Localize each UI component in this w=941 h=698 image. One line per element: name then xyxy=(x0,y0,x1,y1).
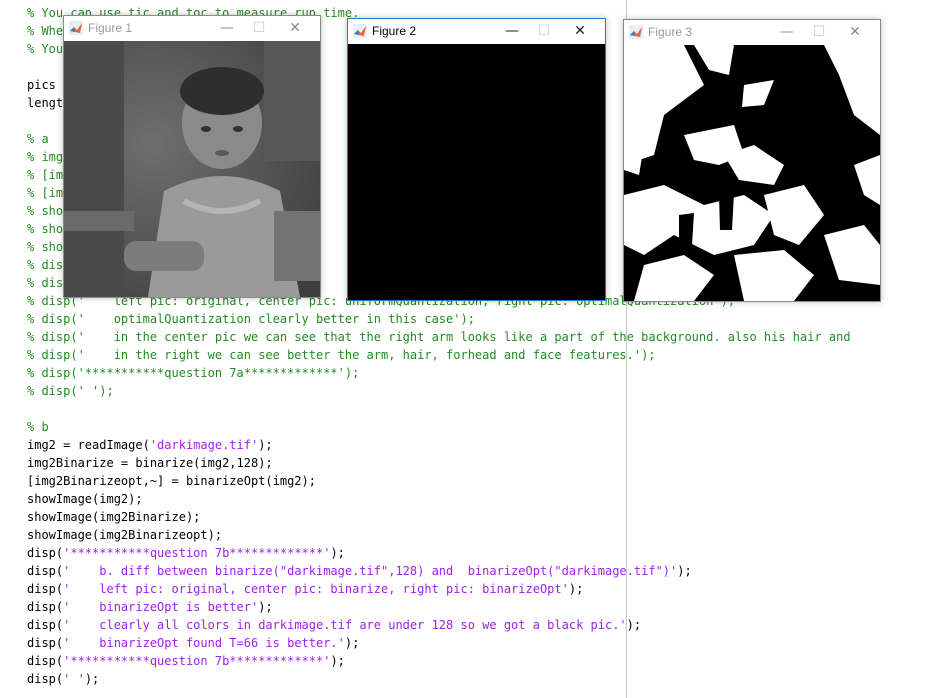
maximize-icon[interactable]: ☐ xyxy=(244,16,274,41)
string-literal: ' binarizeOpt found T=66 is better.' xyxy=(63,636,345,650)
matlab-icon xyxy=(353,24,367,38)
maximize-icon[interactable]: ☐ xyxy=(804,20,834,45)
grayscale-photo-child xyxy=(64,41,320,297)
figure-3-image xyxy=(624,45,880,301)
figure-3-titlebar[interactable]: Figure 3 — ☐ ✕ xyxy=(624,20,880,45)
string-literal: ' clearly all colors in darkimage.tif ar… xyxy=(63,618,627,632)
code-line[interactable]: disp(' left pic: original, center pic: b… xyxy=(27,580,583,598)
minimize-icon[interactable]: — xyxy=(772,20,802,45)
code-line[interactable]: % sho xyxy=(27,202,63,220)
string-literal: 'darkimage.tif' xyxy=(149,438,259,452)
code-line[interactable]: % disp(' in the right we can see better … xyxy=(27,346,656,364)
code-line[interactable]: disp(' b. diff between binarize("darkima… xyxy=(27,562,692,580)
string-literal: ' binarizeOpt is better' xyxy=(63,600,259,614)
code-line[interactable]: disp(' binarizeOpt is better'); xyxy=(27,598,273,616)
string-literal: ' left pic: original, center pic: binari… xyxy=(63,582,569,596)
figure-2-titlebar[interactable]: Figure 2 — ☐ ✕ xyxy=(348,19,605,44)
code-line[interactable]: % sho xyxy=(27,238,63,256)
matlab-icon xyxy=(69,21,83,35)
code-line[interactable]: disp(' clearly all colors in darkimage.t… xyxy=(27,616,641,634)
code-line[interactable]: disp(' binarizeOpt found T=66 is better.… xyxy=(27,634,359,652)
figure-title: Figure 3 xyxy=(648,25,693,39)
code-line[interactable]: [img2Binarizeopt,~] = binarizeOpt(img2); xyxy=(27,472,316,490)
code-line[interactable]: disp('***********question 7b************… xyxy=(27,652,345,670)
minimize-icon[interactable]: — xyxy=(212,16,242,41)
code-line[interactable]: % sho xyxy=(27,220,63,238)
minimize-icon[interactable]: — xyxy=(497,19,527,44)
string-literal: '***********question 7b*************' xyxy=(63,654,331,668)
figure-title: Figure 2 xyxy=(372,24,417,38)
code-line[interactable]: img2 = readImage('darkimage.tif'); xyxy=(27,436,273,454)
maximize-icon[interactable]: ☐ xyxy=(529,19,559,44)
code-line[interactable]: % a xyxy=(27,130,49,148)
figure-window-2[interactable]: Figure 2 — ☐ ✕ xyxy=(347,18,606,301)
code-line[interactable]: showImage(img2Binarizeopt); xyxy=(27,526,222,544)
code-line[interactable]: showImage(img2); xyxy=(27,490,143,508)
figure-window-1[interactable]: Figure 1 — ☐ ✕ xyxy=(63,15,321,298)
string-literal: '***********question 7b*************' xyxy=(63,546,331,560)
string-literal: ' ' xyxy=(63,672,85,686)
code-line[interactable]: % disp('***********question 7a**********… xyxy=(27,364,359,382)
code-line[interactable]: % disp(' in the center pic we can see th… xyxy=(27,328,851,346)
figure-title: Figure 1 xyxy=(88,21,133,35)
code-line[interactable]: disp('***********question 7b************… xyxy=(27,544,345,562)
close-icon[interactable]: ✕ xyxy=(280,16,310,41)
code-line[interactable]: % b xyxy=(27,418,49,436)
close-icon[interactable]: ✕ xyxy=(840,20,870,45)
figure-window-3[interactable]: Figure 3 — ☐ ✕ xyxy=(623,19,881,302)
matlab-icon xyxy=(629,25,643,39)
code-line[interactable]: % disp(' optimalQuantization clearly bet… xyxy=(27,310,475,328)
code-line[interactable]: showImage(img2Binarize); xyxy=(27,508,200,526)
code-line[interactable]: % disp(' '); xyxy=(27,382,114,400)
figure-1-titlebar[interactable]: Figure 1 — ☐ ✕ xyxy=(64,16,320,41)
code-line[interactable]: % img xyxy=(27,148,63,166)
close-icon[interactable]: ✕ xyxy=(565,19,595,44)
code-line[interactable]: disp(' '); xyxy=(27,670,99,688)
code-line[interactable]: img2Binarize = binarize(img2,128); xyxy=(27,454,273,472)
binarized-photo xyxy=(624,45,880,301)
figure-2-image xyxy=(348,44,605,300)
code-line[interactable]: lengt xyxy=(27,94,63,112)
string-literal: ' b. diff between binarize("darkimage.ti… xyxy=(63,564,678,578)
figure-1-image xyxy=(64,41,320,297)
